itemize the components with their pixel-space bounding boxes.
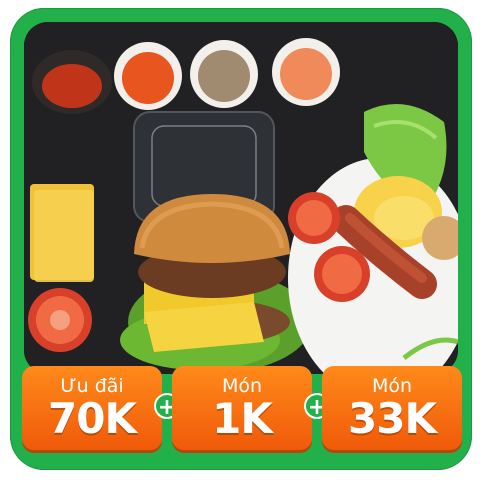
voucher-ticket-item-1k[interactable]: Món 1K bbox=[172, 366, 312, 450]
ticket-caption: Món bbox=[221, 375, 263, 397]
food-photo bbox=[24, 22, 458, 374]
promo-thumbnail[interactable]: Ưu đãi 70K + Món 1K + Món 33K bbox=[10, 8, 472, 470]
promo-bar: Ưu đãi 70K + Món 1K + Món 33K bbox=[20, 366, 462, 456]
voucher-ticket-discount[interactable]: Ưu đãi 70K bbox=[22, 366, 162, 450]
ticket-caption: Ưu đãi bbox=[60, 375, 124, 397]
ticket-amount: 1K bbox=[212, 394, 273, 443]
ticket-amount: 33K bbox=[348, 394, 437, 443]
voucher-ticket-item-33k[interactable]: Món 33K bbox=[322, 366, 462, 450]
ticket-caption: Món bbox=[371, 375, 413, 397]
ticket-amount: 70K bbox=[48, 394, 137, 443]
